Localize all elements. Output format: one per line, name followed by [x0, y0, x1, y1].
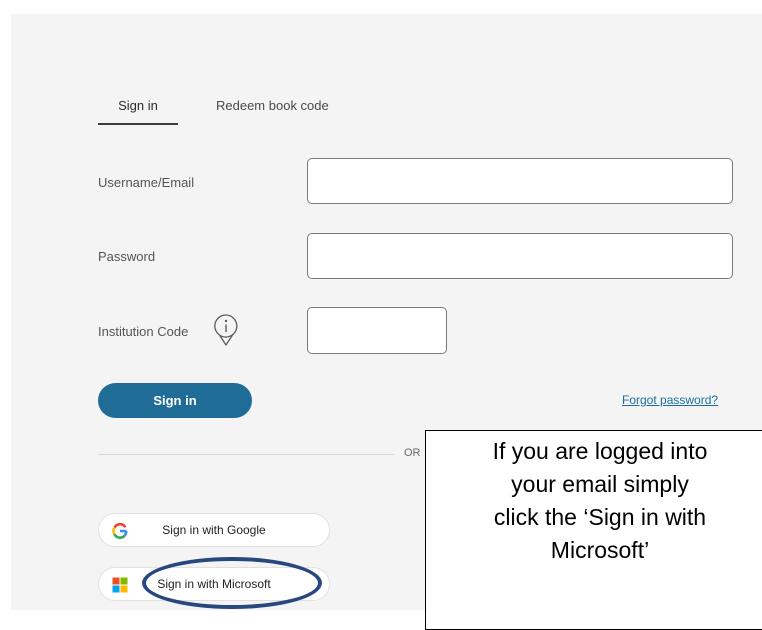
institution-code-input[interactable] [307, 307, 447, 354]
callout-line: If you are logged into [492, 438, 708, 464]
callout-line: your email simply [511, 471, 689, 497]
or-divider-line [98, 454, 394, 455]
or-divider-label: OR [404, 447, 421, 459]
institution-code-label: Institution Code [98, 324, 189, 339]
info-icon[interactable] [213, 313, 239, 347]
username-label: Username/Email [98, 175, 195, 190]
google-sign-in-label: Sign in with Google [162, 523, 266, 537]
forgot-password-link[interactable]: Forgot password? [622, 393, 718, 407]
username-input[interactable] [307, 158, 733, 204]
password-label: Password [98, 249, 156, 264]
tab-redeem-book-code[interactable]: Redeem book code [216, 98, 329, 113]
tab-sign-in[interactable]: Sign in [98, 98, 178, 125]
instruction-callout: If you are logged into your email simply… [425, 430, 762, 630]
auth-tabs: Sign in Redeem book code [98, 98, 398, 125]
callout-line: Microsoft’ [550, 537, 650, 563]
callout-line: click the ‘Sign in with [493, 504, 707, 530]
password-input[interactable] [307, 233, 733, 279]
sign-in-button[interactable]: Sign in [98, 383, 252, 418]
google-sign-in-button[interactable]: Sign in with Google [98, 513, 330, 547]
microsoft-sign-in-button[interactable]: Sign in with Microsoft [98, 567, 330, 601]
microsoft-sign-in-label: Sign in with Microsoft [157, 577, 271, 591]
